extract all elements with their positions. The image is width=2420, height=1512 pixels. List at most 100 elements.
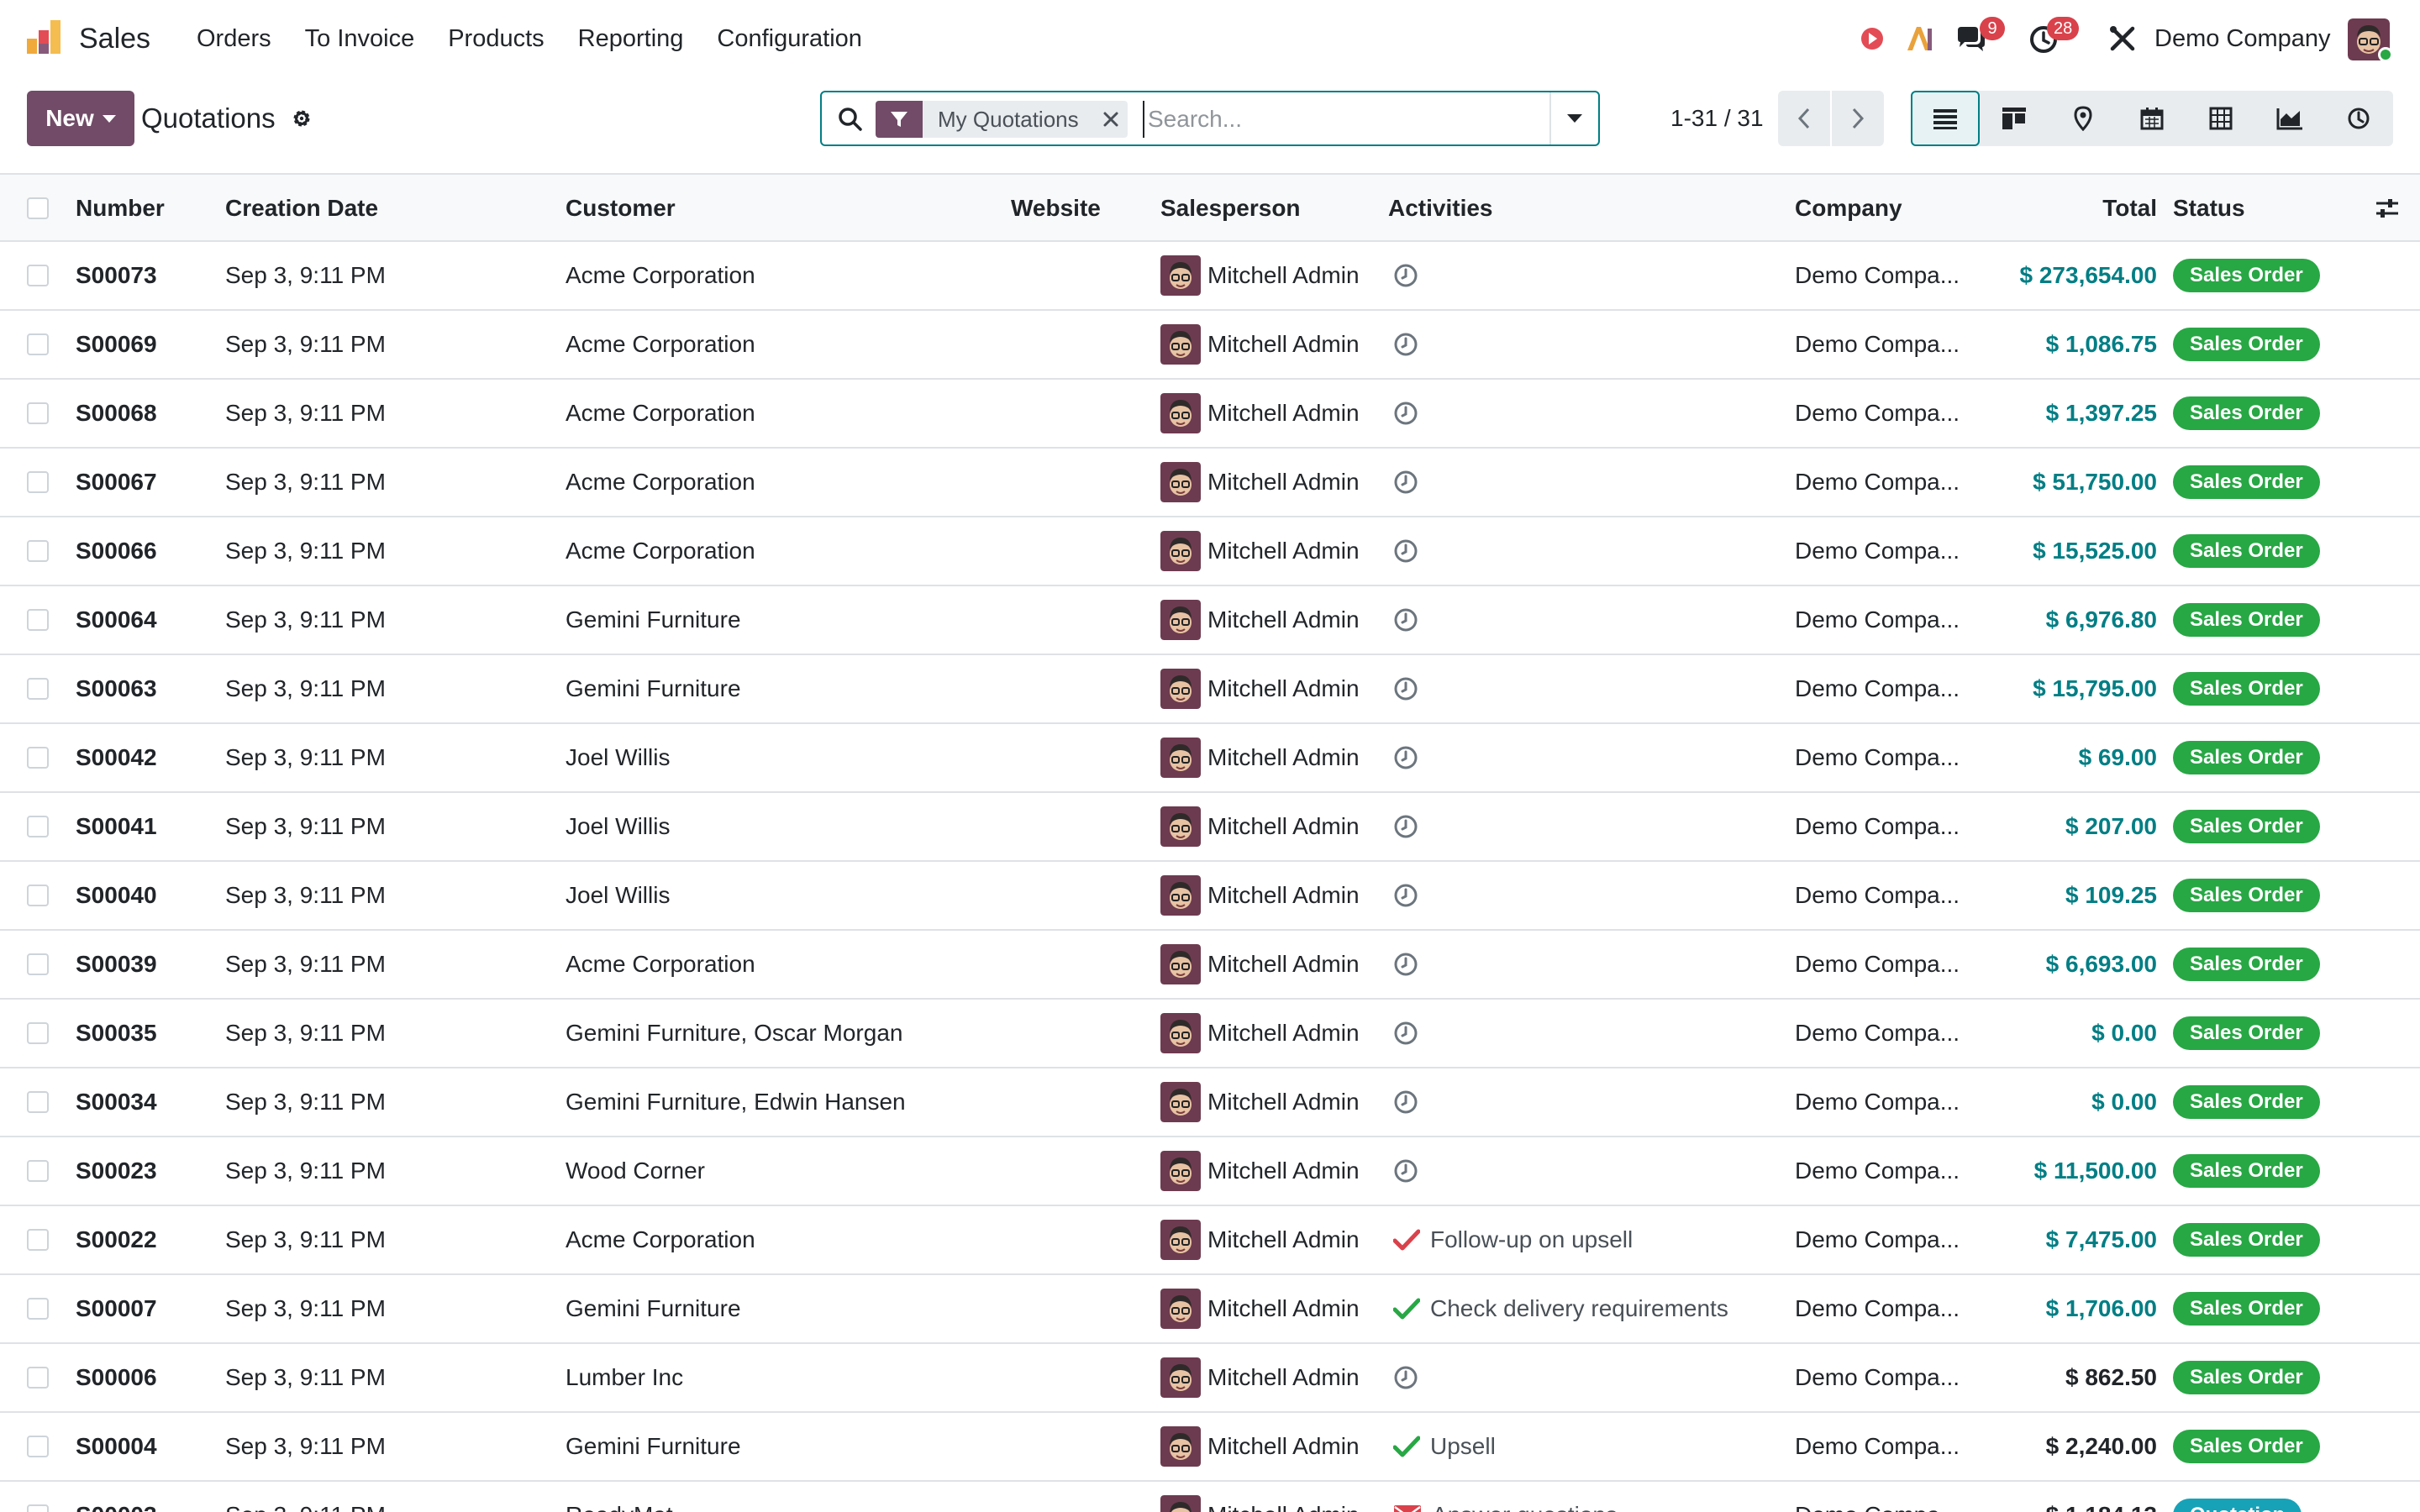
row-checkbox[interactable]	[27, 265, 49, 286]
activity-clock-icon[interactable]	[1393, 470, 1418, 495]
column-status[interactable]: Status	[2173, 175, 2245, 242]
table-row[interactable]: S00066 Sep 3, 9:11 PM Acme Corporation Mitc…	[0, 517, 2420, 586]
menu-to-invoice[interactable]: To Invoice	[288, 0, 432, 77]
row-checkbox[interactable]	[27, 678, 49, 700]
table-row[interactable]: S00042 Sep 3, 9:11 PM Joel Willis Mitchell …	[0, 724, 2420, 793]
row-checkbox[interactable]	[27, 609, 49, 631]
column-creation-date[interactable]: Creation Date	[225, 175, 378, 242]
menu-reporting[interactable]: Reporting	[561, 0, 701, 77]
row-checkbox[interactable]	[27, 1091, 49, 1113]
search-input[interactable]	[1143, 101, 1529, 138]
filter-icon	[876, 101, 923, 138]
column-customer[interactable]: Customer	[566, 175, 676, 242]
table-row[interactable]: S00003 Sep 3, 9:11 PM ReadyMat Mitchell Adm…	[0, 1482, 2420, 1512]
pager-previous-button[interactable]	[1778, 91, 1830, 146]
activity: Check delivery requirements	[1393, 1275, 1728, 1342]
search-icon[interactable]	[837, 106, 864, 133]
table-row[interactable]: S00064 Sep 3, 9:11 PM Gemini Furniture Mitc…	[0, 586, 2420, 655]
company-switcher[interactable]: Demo Company	[2154, 0, 2331, 77]
activity-clock-icon[interactable]	[1393, 1158, 1418, 1184]
row-checkbox[interactable]	[27, 540, 49, 562]
gear-icon[interactable]	[291, 108, 313, 129]
row-checkbox[interactable]	[27, 1022, 49, 1044]
activity-clock-icon[interactable]	[1393, 1089, 1418, 1115]
row-checkbox[interactable]	[27, 816, 49, 837]
kanban-view-button[interactable]	[1980, 91, 2049, 146]
activity-clock-icon[interactable]	[1393, 814, 1418, 839]
table-row[interactable]: S00034 Sep 3, 9:11 PM Gemini Furniture, Ed…	[0, 1068, 2420, 1137]
list-view-button[interactable]	[1911, 91, 1980, 146]
activity-clock-icon[interactable]	[1393, 401, 1418, 426]
table-row[interactable]: S00069 Sep 3, 9:11 PM Acme Corporation Mitc…	[0, 311, 2420, 380]
table-row[interactable]: S00040 Sep 3, 9:11 PM Joel Willis Mitchell …	[0, 862, 2420, 931]
menu-orders[interactable]: Orders	[180, 0, 288, 77]
app-name[interactable]: Sales	[79, 0, 150, 77]
activity-clock-icon[interactable]	[1393, 538, 1418, 564]
calendar-view-button[interactable]	[2118, 91, 2186, 146]
column-company[interactable]: Company	[1795, 175, 1902, 242]
table-row[interactable]: S00068 Sep 3, 9:11 PM Acme Corporation Mitc…	[0, 380, 2420, 449]
activity-clock-icon[interactable]	[1393, 952, 1418, 977]
row-checkbox[interactable]	[27, 1160, 49, 1182]
pager-next-button[interactable]	[1832, 91, 1884, 146]
row-checkbox[interactable]	[27, 885, 49, 906]
sales-app-logo-icon[interactable]	[25, 18, 62, 55]
remove-filter-icon[interactable]	[1094, 101, 1128, 138]
activity-view-button[interactable]	[2324, 91, 2393, 146]
menu-configuration[interactable]: Configuration	[700, 0, 879, 77]
table-row[interactable]: S00039 Sep 3, 9:11 PM Acme Corporation Mitc…	[0, 931, 2420, 1000]
activity-clock-icon[interactable]	[1393, 676, 1418, 701]
table-row[interactable]: S00022 Sep 3, 9:11 PM Acme Corporation Mitc…	[0, 1206, 2420, 1275]
optional-columns-icon[interactable]	[2375, 197, 2400, 220]
table-row[interactable]: S00006 Sep 3, 9:11 PM Lumber Inc Mitchell A…	[0, 1344, 2420, 1413]
status-badge: Sales Order	[2173, 672, 2320, 706]
activity-clock-icon[interactable]	[1393, 745, 1418, 770]
pivot-view-button[interactable]	[2186, 91, 2255, 146]
row-checkbox[interactable]	[27, 1367, 49, 1389]
row-checkbox[interactable]	[27, 471, 49, 493]
activity-clock-icon[interactable]	[1393, 1365, 1418, 1390]
activity-clock-icon[interactable]	[1393, 332, 1418, 357]
row-checkbox[interactable]	[27, 1504, 49, 1512]
table-row[interactable]: S00035 Sep 3, 9:11 PM Gemini Furniture, Os…	[0, 1000, 2420, 1068]
activity-check-icon[interactable]	[1393, 1297, 1420, 1320]
activity-clock-icon[interactable]	[1393, 263, 1418, 288]
table-row[interactable]: S00067 Sep 3, 9:11 PM Acme Corporation Mitc…	[0, 449, 2420, 517]
pager-value[interactable]: 1-31 / 31	[1670, 91, 1764, 146]
column-total[interactable]: Total	[2102, 175, 2157, 242]
row-checkbox[interactable]	[27, 1229, 49, 1251]
row-checkbox[interactable]	[27, 953, 49, 975]
activity-clock-icon[interactable]	[1393, 883, 1418, 908]
table-row[interactable]: S00023 Sep 3, 9:11 PM Wood Corner Mitchell …	[0, 1137, 2420, 1206]
activity-check-icon[interactable]	[1393, 1228, 1420, 1252]
map-view-button[interactable]	[2049, 91, 2118, 146]
column-website[interactable]: Website	[1011, 175, 1101, 242]
row-checkbox[interactable]	[27, 402, 49, 424]
row-checkbox[interactable]	[27, 747, 49, 769]
table-row[interactable]: S00004 Sep 3, 9:11 PM Gemini Furniture Mitc…	[0, 1413, 2420, 1482]
debug-tools-icon[interactable]	[2106, 22, 2139, 55]
row-checkbox[interactable]	[27, 333, 49, 355]
table-row[interactable]: S00041 Sep 3, 9:11 PM Joel Willis Mitchell …	[0, 793, 2420, 862]
activity-check-icon[interactable]	[1393, 1435, 1420, 1458]
column-activities[interactable]: Activities	[1388, 175, 1493, 242]
select-all-checkbox[interactable]	[27, 197, 49, 219]
table-row[interactable]: S00073 Sep 3, 9:11 PM Acme Corporation Mitc…	[0, 242, 2420, 311]
activity-clock-icon[interactable]	[1393, 1021, 1418, 1046]
activity-email-icon[interactable]	[1393, 1504, 1422, 1512]
record-icon[interactable]	[1855, 22, 1889, 55]
graph-view-button[interactable]	[2255, 91, 2324, 146]
activity-clock-icon[interactable]	[1393, 607, 1418, 633]
column-number[interactable]: Number	[76, 175, 165, 242]
table-row[interactable]: S00007 Sep 3, 9:11 PM Gemini Furniture Mitc…	[0, 1275, 2420, 1344]
row-checkbox[interactable]	[27, 1298, 49, 1320]
ai-assistant-icon[interactable]	[1902, 22, 1936, 55]
menu-products[interactable]: Products	[431, 0, 560, 77]
column-salesperson[interactable]: Salesperson	[1160, 175, 1301, 242]
row-checkbox[interactable]	[27, 1436, 49, 1457]
status-badge: Sales Order	[2173, 396, 2320, 430]
filter-facet[interactable]: My Quotations	[876, 101, 1128, 138]
search-options-toggle[interactable]	[1549, 92, 1598, 144]
table-row[interactable]: S00063 Sep 3, 9:11 PM Gemini Furniture Mitc…	[0, 655, 2420, 724]
new-button[interactable]: New	[27, 91, 134, 146]
